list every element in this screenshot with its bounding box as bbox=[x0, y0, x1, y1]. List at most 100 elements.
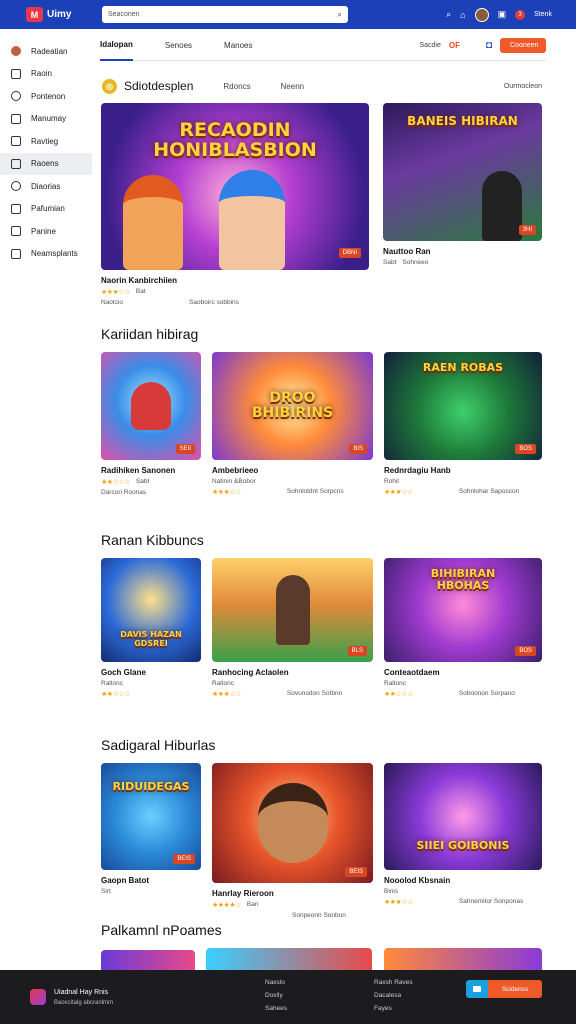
sidebar-item-3[interactable]: Manumay bbox=[0, 108, 92, 131]
game-meta: Sabt bbox=[135, 478, 150, 485]
game-card[interactable]: SIIEI GOIBONIS Nooolod Kbsnain Binis ★★★… bbox=[384, 763, 542, 906]
footer-link[interactable]: Naxslo bbox=[265, 979, 287, 986]
game-meta: Raltonc bbox=[101, 680, 124, 687]
game-thumbnail[interactable]: BLS bbox=[212, 558, 373, 662]
avatar[interactable] bbox=[474, 7, 489, 22]
sidebar-item-7[interactable]: Pafumian bbox=[0, 198, 92, 221]
game-thumbnail[interactable]: RAEN ROBAS BOS bbox=[384, 352, 542, 460]
grid-icon[interactable]: ▣ bbox=[498, 9, 507, 20]
section-title: Sadigaral Hiburlas bbox=[101, 737, 216, 753]
game-thumbnail[interactable] bbox=[206, 948, 372, 972]
footer-link[interactable]: Dacalesa bbox=[374, 992, 413, 999]
game-thumbnail[interactable]: BIHIBIRAN HBOHAS BOS bbox=[384, 558, 542, 662]
game-thumbnail[interactable]: RECAODIN HONIBLASBION DBNI bbox=[101, 103, 369, 270]
search-input[interactable]: Seaconen ⌕ bbox=[102, 6, 348, 23]
featured-header: ◎ Sdiotdesplen Rdoncs Neenn Ourmocleon bbox=[102, 76, 542, 96]
game-title: Hanrlay Rieroon bbox=[212, 889, 274, 898]
user-name[interactable]: Stenk bbox=[534, 11, 552, 18]
app-name: Uimy bbox=[47, 9, 72, 20]
game-thumbnail[interactable]: DAVIS HAZAN GDSREI bbox=[101, 558, 201, 662]
footer-link[interactable]: Raxsh Raves bbox=[374, 979, 413, 986]
folder-icon bbox=[11, 158, 21, 169]
game-meta: Sovunodon Sotbnn bbox=[286, 690, 343, 697]
tab-1[interactable]: Senoes bbox=[165, 31, 192, 61]
sidebar-item-5[interactable]: Raoens bbox=[0, 152, 92, 175]
game-title: Gaopn Batot bbox=[101, 876, 149, 885]
game-meta: Sonpeonn Sonbon bbox=[292, 912, 346, 919]
game-card[interactable]: RECAODIN HONIBLASBION DBNI Naorin Kanbir… bbox=[101, 103, 369, 306]
game-card[interactable]: RAEN ROBAS BOS Rednrdagiu Hanb Rohil ★★★… bbox=[384, 352, 542, 496]
game-meta: Naotcio bbox=[101, 299, 124, 306]
store-icon bbox=[473, 986, 481, 992]
sidebar-item-label: Diaorias bbox=[31, 181, 61, 191]
game-meta: Natinin &Bobor bbox=[212, 478, 256, 485]
price-badge: BOS bbox=[515, 444, 536, 454]
game-art-title: RECAODIN HONIBLASBION bbox=[153, 119, 317, 161]
footer-link[interactable]: Doxlly bbox=[265, 992, 287, 999]
price-badge: BEIS bbox=[173, 854, 195, 864]
list-icon bbox=[11, 136, 21, 147]
game-thumbnail[interactable]: BEIS bbox=[212, 763, 373, 883]
game-meta: Sabt bbox=[383, 259, 397, 266]
game-thumbnail[interactable]: SEII bbox=[101, 352, 201, 460]
sidebar-item-8[interactable]: Panine bbox=[0, 220, 92, 243]
download-button[interactable]: Scidenss bbox=[488, 980, 542, 998]
game-thumbnail[interactable]: DROO BHIBIRINS BIS bbox=[212, 352, 373, 460]
tab-0[interactable]: Idalopan bbox=[100, 31, 133, 61]
sidebar-item-0[interactable]: Radeatian bbox=[0, 40, 92, 63]
featured-tab-2[interactable]: Neenn bbox=[281, 82, 305, 91]
game-thumbnail[interactable] bbox=[384, 948, 542, 972]
search-icon[interactable]: ⌕ bbox=[446, 9, 451, 20]
game-title: Ranhocing Aclaolen bbox=[212, 668, 289, 677]
game-card[interactable]: SEII Radihiken Sanonen ★★☆☆☆ Sabt Darcon … bbox=[101, 352, 201, 496]
home-icon[interactable]: ⌂ bbox=[460, 10, 465, 20]
game-thumbnail[interactable]: RIDUIDEGAS BEIS bbox=[101, 763, 201, 870]
game-card[interactable]: BIHIBIRAN HBOHAS BOS Conteaotdaem Ralton… bbox=[384, 558, 542, 698]
app-logo[interactable]: M Uimy bbox=[26, 7, 94, 22]
hero-figure bbox=[482, 171, 522, 241]
sidebar-item-2[interactable]: Pontenon bbox=[0, 85, 92, 108]
game-meta: Sahnemitor Sonponas bbox=[458, 898, 524, 905]
game-thumbnail[interactable]: BANEIS HIBIRAN 3HI bbox=[383, 103, 542, 241]
app-icon[interactable] bbox=[30, 989, 46, 1005]
game-card[interactable]: RIDUIDEGAS BEIS Gaopn Batot Sirt bbox=[101, 763, 201, 895]
see-more-link[interactable]: Ourmocleon bbox=[504, 83, 542, 90]
game-title: Naorin Kanbirchiien bbox=[101, 276, 178, 285]
game-card[interactable]: BLS Ranhocing Aclaolen Raltonc ★★★☆☆ Sovu… bbox=[212, 558, 373, 698]
sidebar-item-4[interactable]: Ravtieg bbox=[0, 130, 92, 153]
sort-value[interactable]: OF bbox=[449, 41, 460, 50]
footer-bar: Uiadnal Hay Rnis Baoxcitalg abcranlmm Na… bbox=[0, 970, 576, 1024]
footer-link[interactable]: Sahees bbox=[265, 1005, 287, 1012]
game-meta: Raltonc bbox=[384, 680, 407, 687]
search-placeholder: Seaconen bbox=[108, 11, 140, 18]
game-title: Ambebrieeo bbox=[212, 466, 259, 475]
game-card[interactable]: BANEIS HIBIRAN 3HI Nauttoo Ran Sabt Sohne… bbox=[383, 103, 542, 266]
clock-icon bbox=[11, 181, 21, 192]
game-card[interactable]: BEIS Hanrlay Rieroon ★★★★☆ Ban Sonpeonn S… bbox=[212, 763, 373, 919]
game-meta: Ban bbox=[246, 901, 259, 908]
price-badge: 3HI bbox=[518, 225, 536, 235]
tab-2[interactable]: Manoes bbox=[224, 31, 252, 61]
game-card[interactable]: DAVIS HAZAN GDSREI Goch Glane Raltonc ★★… bbox=[101, 558, 201, 698]
game-thumbnail[interactable] bbox=[101, 950, 195, 972]
hero-figure bbox=[131, 382, 171, 430]
game-thumbnail[interactable]: SIIEI GOIBONIS bbox=[384, 763, 542, 870]
footer-app-title: Uiadnal Hay Rnis bbox=[54, 988, 109, 996]
sidebar-item-9[interactable]: Neamsplants bbox=[0, 243, 92, 266]
featured-tab-1[interactable]: Rdoncs bbox=[223, 82, 250, 91]
cta-button[interactable]: Cooneen bbox=[500, 38, 546, 53]
sidebar-item-label: Pontenon bbox=[31, 91, 66, 101]
bookmark-icon[interactable]: ◘ bbox=[486, 40, 492, 51]
store-button[interactable] bbox=[466, 980, 488, 998]
sidebar-item-1[interactable]: Raoin bbox=[0, 63, 92, 86]
game-title: Rednrdagiu Hanb bbox=[384, 466, 451, 475]
sidebar-item-6[interactable]: Diaorias bbox=[0, 175, 92, 198]
grid-icon bbox=[11, 113, 21, 124]
price-badge: BOS bbox=[515, 646, 536, 656]
game-card[interactable]: DROO BHIBIRINS BIS Ambebrieeo Natinin &B… bbox=[212, 352, 373, 496]
footer-link[interactable]: Fayes bbox=[374, 1005, 413, 1012]
search-icon[interactable]: ⌕ bbox=[338, 10, 342, 20]
notification-badge[interactable]: 3 bbox=[515, 9, 526, 20]
coin-icon: ◎ bbox=[102, 78, 117, 94]
sort-label[interactable]: Sacdie bbox=[419, 42, 440, 49]
